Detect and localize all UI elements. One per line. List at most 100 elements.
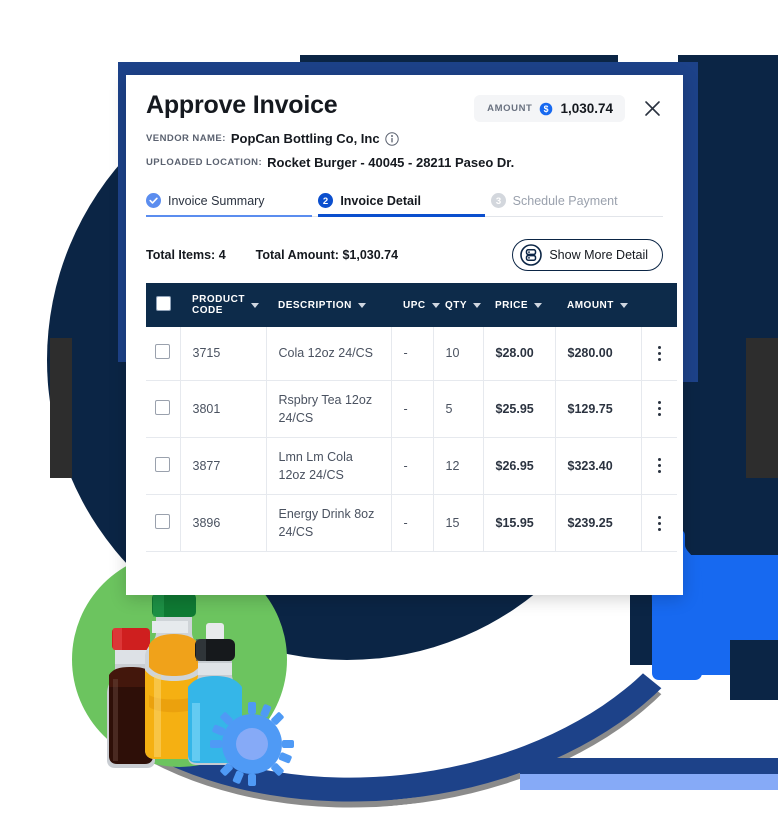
check-circle-icon bbox=[146, 193, 161, 208]
sort-caret-icon bbox=[431, 302, 440, 308]
header-upc[interactable]: UPC bbox=[391, 283, 440, 327]
amount-value: 1,030.74 bbox=[560, 101, 613, 116]
cell-price: $26.95 bbox=[483, 437, 556, 496]
close-button[interactable] bbox=[641, 98, 663, 120]
vendor-name-value: PopCan Bottling Co, Inc bbox=[230, 131, 380, 146]
cell-upc: - bbox=[391, 437, 434, 496]
row-select-cell bbox=[146, 437, 181, 496]
wizard-tabs: Invoice Summary 2 Invoice Detail 3 Sched… bbox=[146, 187, 663, 217]
table-row[interactable]: 3896 Energy Drink 8oz 24/CS -15 $15.95 $239.… bbox=[146, 494, 678, 553]
table-row[interactable]: 3801 Rspbry Tea 12oz 24/CS -5 $25.95 $129.75 bbox=[146, 380, 678, 438]
header-upc-label: UPC bbox=[403, 299, 426, 311]
approve-invoice-modal: Approve Invoice AMOUNT $ 1,030.74 VENDOR… bbox=[126, 75, 683, 595]
row-checkbox[interactable] bbox=[155, 514, 171, 530]
cell-amount: $129.75 bbox=[555, 380, 642, 438]
uploaded-location-row: UPLOADED LOCATION: Rocket Burger - 40045… bbox=[146, 155, 663, 170]
header-select-all-cell bbox=[146, 283, 180, 327]
row-checkbox[interactable] bbox=[155, 399, 171, 415]
table-row[interactable]: 3715 Cola 12oz 24/CS -10 $28.00 $280.00 bbox=[146, 327, 678, 381]
header-product-code[interactable]: PRODUCT CODE bbox=[180, 283, 266, 327]
kebab-menu-icon[interactable] bbox=[642, 515, 678, 531]
cell-description: Rspbry Tea 12oz 24/CS bbox=[266, 380, 392, 438]
header-amount[interactable]: AMOUNT bbox=[555, 283, 641, 327]
list-circle-icon bbox=[520, 244, 543, 266]
kebab-menu-icon[interactable] bbox=[642, 401, 678, 417]
invoice-line-items-table: PRODUCT CODE DESCRIPTION UPC QTY PRICE A… bbox=[146, 283, 677, 553]
cell-upc: - bbox=[391, 380, 434, 438]
background-navy-square bbox=[730, 640, 778, 700]
row-select-cell bbox=[146, 494, 181, 553]
tab-label-invoice-detail: Invoice Detail bbox=[340, 193, 421, 208]
cell-upc: - bbox=[391, 327, 434, 381]
cell-product-code: 3877 bbox=[180, 437, 267, 496]
cell-amount: $280.00 bbox=[555, 327, 642, 381]
tab-invoice-detail[interactable]: 2 Invoice Detail bbox=[318, 187, 490, 217]
background-bar-light bbox=[520, 774, 778, 790]
select-all-checkbox[interactable] bbox=[155, 296, 171, 311]
table-row[interactable]: 3877 Lmn Lm Cola 12oz 24/CS -12 $26.95 $323.… bbox=[146, 437, 678, 496]
modal-header: Approve Invoice AMOUNT $ 1,030.74 bbox=[146, 91, 663, 122]
cell-qty: 15 bbox=[433, 494, 484, 553]
cell-description: Lmn Lm Cola 12oz 24/CS bbox=[266, 437, 392, 496]
cell-description-text: Rspbry Tea 12oz 24/CS bbox=[278, 392, 373, 425]
kebab-menu-icon[interactable] bbox=[642, 345, 678, 361]
cell-upc: - bbox=[391, 494, 434, 553]
row-checkbox[interactable] bbox=[155, 344, 171, 360]
header-description[interactable]: DESCRIPTION bbox=[266, 283, 391, 327]
cell-description-text: Energy Drink 8oz 24/CS bbox=[278, 507, 375, 540]
header-menu bbox=[641, 283, 677, 327]
cell-description: Energy Drink 8oz 24/CS bbox=[266, 494, 392, 553]
page-title: Approve Invoice bbox=[146, 91, 338, 119]
cell-product-code: 3896 bbox=[180, 494, 267, 553]
step-2-icon: 2 bbox=[318, 193, 334, 208]
cell-description-text: Lmn Lm Cola 12oz 24/CS bbox=[278, 449, 353, 482]
table-toolbar: Total Items: 4 Total Amount: $1,030.74 S… bbox=[146, 239, 663, 271]
tab-label-schedule-payment: Schedule Payment bbox=[512, 193, 618, 208]
cell-row-menu[interactable] bbox=[641, 327, 678, 381]
show-more-detail-button[interactable]: Show More Detail bbox=[512, 239, 663, 271]
row-select-cell bbox=[146, 380, 181, 438]
kebab-menu-icon[interactable] bbox=[642, 458, 678, 474]
cell-row-menu[interactable] bbox=[641, 437, 678, 496]
info-icon[interactable] bbox=[384, 131, 399, 146]
cell-qty: 5 bbox=[433, 380, 484, 438]
tab-invoice-summary[interactable]: Invoice Summary bbox=[146, 187, 318, 217]
total-items: Total Items: 4 bbox=[146, 248, 226, 262]
sort-caret-icon bbox=[357, 302, 366, 308]
tab-schedule-payment[interactable]: 3 Schedule Payment bbox=[490, 187, 663, 216]
header-qty-label: QTY bbox=[445, 299, 468, 311]
sort-caret-icon bbox=[619, 302, 628, 308]
cell-amount: $239.25 bbox=[555, 494, 642, 553]
row-checkbox[interactable] bbox=[155, 456, 171, 472]
cell-description-text: Cola 12oz 24/CS bbox=[278, 346, 374, 361]
background-gray-tab-right bbox=[746, 338, 778, 478]
cell-qty: 12 bbox=[433, 437, 484, 496]
vendor-name-label: VENDOR NAME: bbox=[146, 133, 226, 144]
total-amount: Total Amount: $1,030.74 bbox=[255, 248, 399, 262]
show-more-detail-label: Show More Detail bbox=[549, 248, 648, 262]
tab-label-invoice-summary: Invoice Summary bbox=[168, 193, 265, 208]
close-icon bbox=[644, 101, 660, 116]
sort-caret-icon bbox=[534, 302, 543, 308]
screenshot-stage: Approve Invoice AMOUNT $ 1,030.74 VENDOR… bbox=[0, 0, 778, 817]
svg-text:$: $ bbox=[544, 104, 549, 114]
row-select-cell bbox=[146, 327, 181, 381]
header-qty[interactable]: QTY bbox=[433, 283, 483, 327]
cell-row-menu[interactable] bbox=[641, 380, 678, 438]
background-bar-dark bbox=[520, 758, 778, 774]
svg-text:3: 3 bbox=[496, 196, 501, 207]
header-price[interactable]: PRICE bbox=[483, 283, 555, 327]
table-header: PRODUCT CODE DESCRIPTION UPC QTY PRICE A… bbox=[146, 283, 677, 327]
uploaded-location-value: Rocket Burger - 40045 - 28211 Paseo Dr. bbox=[267, 155, 515, 170]
uploaded-location-label: UPLOADED LOCATION: bbox=[146, 157, 263, 168]
amount-label: AMOUNT bbox=[487, 103, 533, 114]
header-description-label: DESCRIPTION bbox=[278, 299, 352, 311]
dollar-coin-icon: $ bbox=[540, 102, 553, 115]
cell-price: $15.95 bbox=[483, 494, 556, 553]
svg-text:2: 2 bbox=[323, 196, 328, 207]
cell-row-menu[interactable] bbox=[641, 494, 678, 553]
gear-icon bbox=[210, 702, 294, 786]
header-price-label: PRICE bbox=[495, 299, 529, 311]
cell-price: $28.00 bbox=[483, 327, 556, 381]
cell-product-code: 3801 bbox=[180, 380, 267, 438]
